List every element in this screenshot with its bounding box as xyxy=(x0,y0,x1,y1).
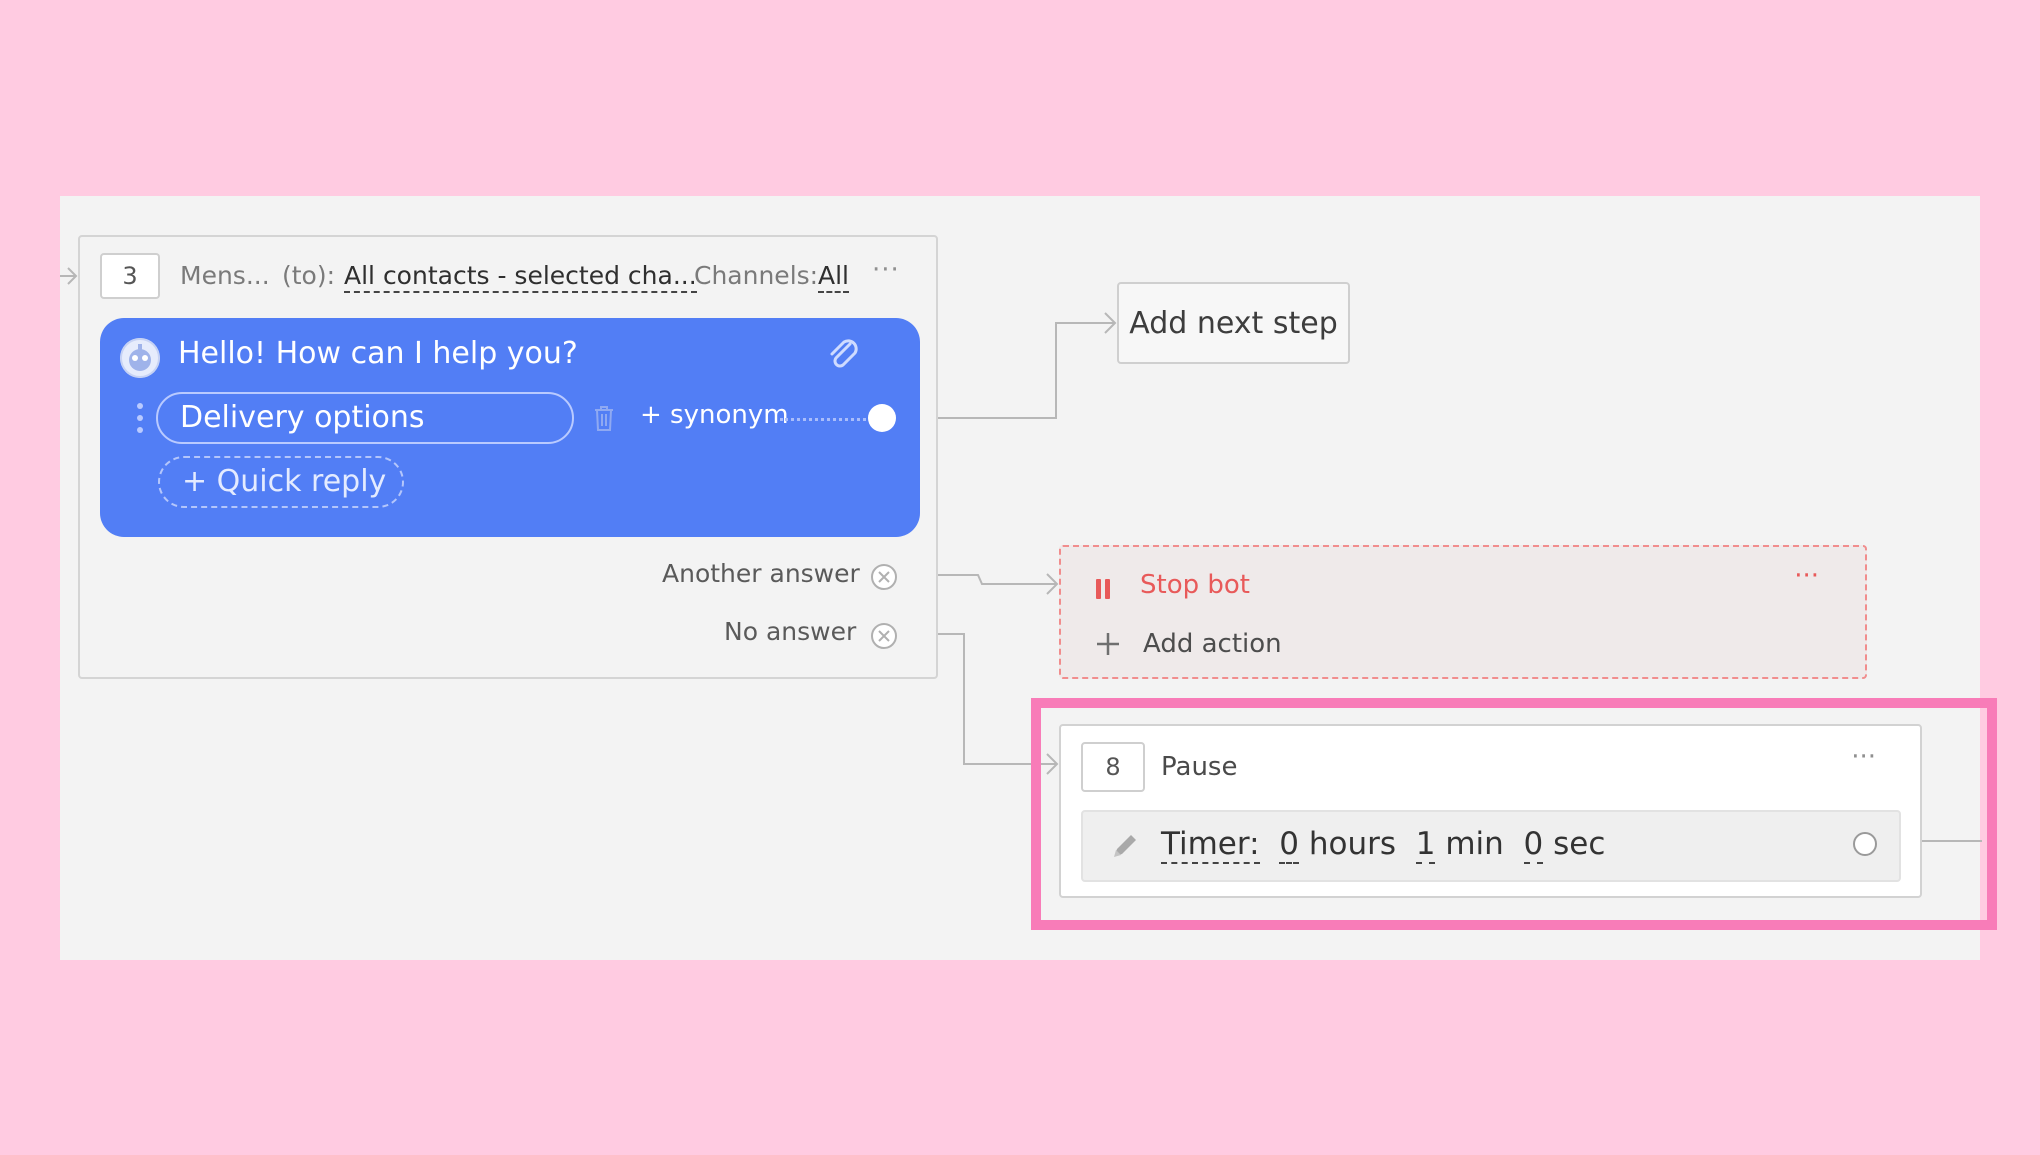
synonym-connector xyxy=(780,418,866,421)
message-text[interactable]: Hello! How can I help you? xyxy=(178,336,578,371)
message-bubble[interactable]: Hello! How can I help you? Delivery opti… xyxy=(100,318,920,537)
stop-bot-title: Stop bot xyxy=(1140,570,1250,600)
no-answer-label: No answer xyxy=(724,617,857,646)
channels-selector[interactable]: All xyxy=(818,261,849,293)
quick-reply-button[interactable]: Delivery options xyxy=(156,392,574,444)
add-action-button[interactable]: Add action xyxy=(1143,629,1282,659)
plus-icon[interactable] xyxy=(1095,631,1121,661)
paperclip-icon[interactable] xyxy=(826,336,860,376)
recipient-label: (to): xyxy=(282,261,336,290)
stop-bot-step[interactable]: Stop bot ··· Add action xyxy=(1059,545,1867,679)
drag-handle-icon[interactable] xyxy=(136,402,144,438)
recipient-selector[interactable]: All contacts - selected cha... xyxy=(344,261,697,293)
highlight-box xyxy=(1031,698,1997,930)
step-type-label: Mens... xyxy=(180,261,270,290)
trash-icon[interactable] xyxy=(592,404,616,436)
step-number-badge: 3 xyxy=(100,253,160,299)
pause-icon xyxy=(1094,577,1112,605)
channels-label: Channels: xyxy=(694,261,819,290)
message-step-card[interactable]: 3 Mens... (to): All contacts - selected … xyxy=(78,235,938,679)
close-circle-icon[interactable] xyxy=(870,563,898,595)
another-answer-label: Another answer xyxy=(662,559,860,588)
close-circle-icon[interactable] xyxy=(870,622,898,654)
add-synonym-link[interactable]: + synonym xyxy=(640,400,789,430)
stop-bot-more-menu[interactable]: ··· xyxy=(1794,561,1819,591)
quick-reply-output-port[interactable] xyxy=(868,404,896,432)
add-quick-reply-button[interactable]: + Quick reply xyxy=(158,456,404,508)
step-more-menu[interactable]: ··· xyxy=(872,255,900,285)
bot-avatar-icon xyxy=(120,338,160,378)
add-next-step-button[interactable]: Add next step xyxy=(1117,282,1350,364)
